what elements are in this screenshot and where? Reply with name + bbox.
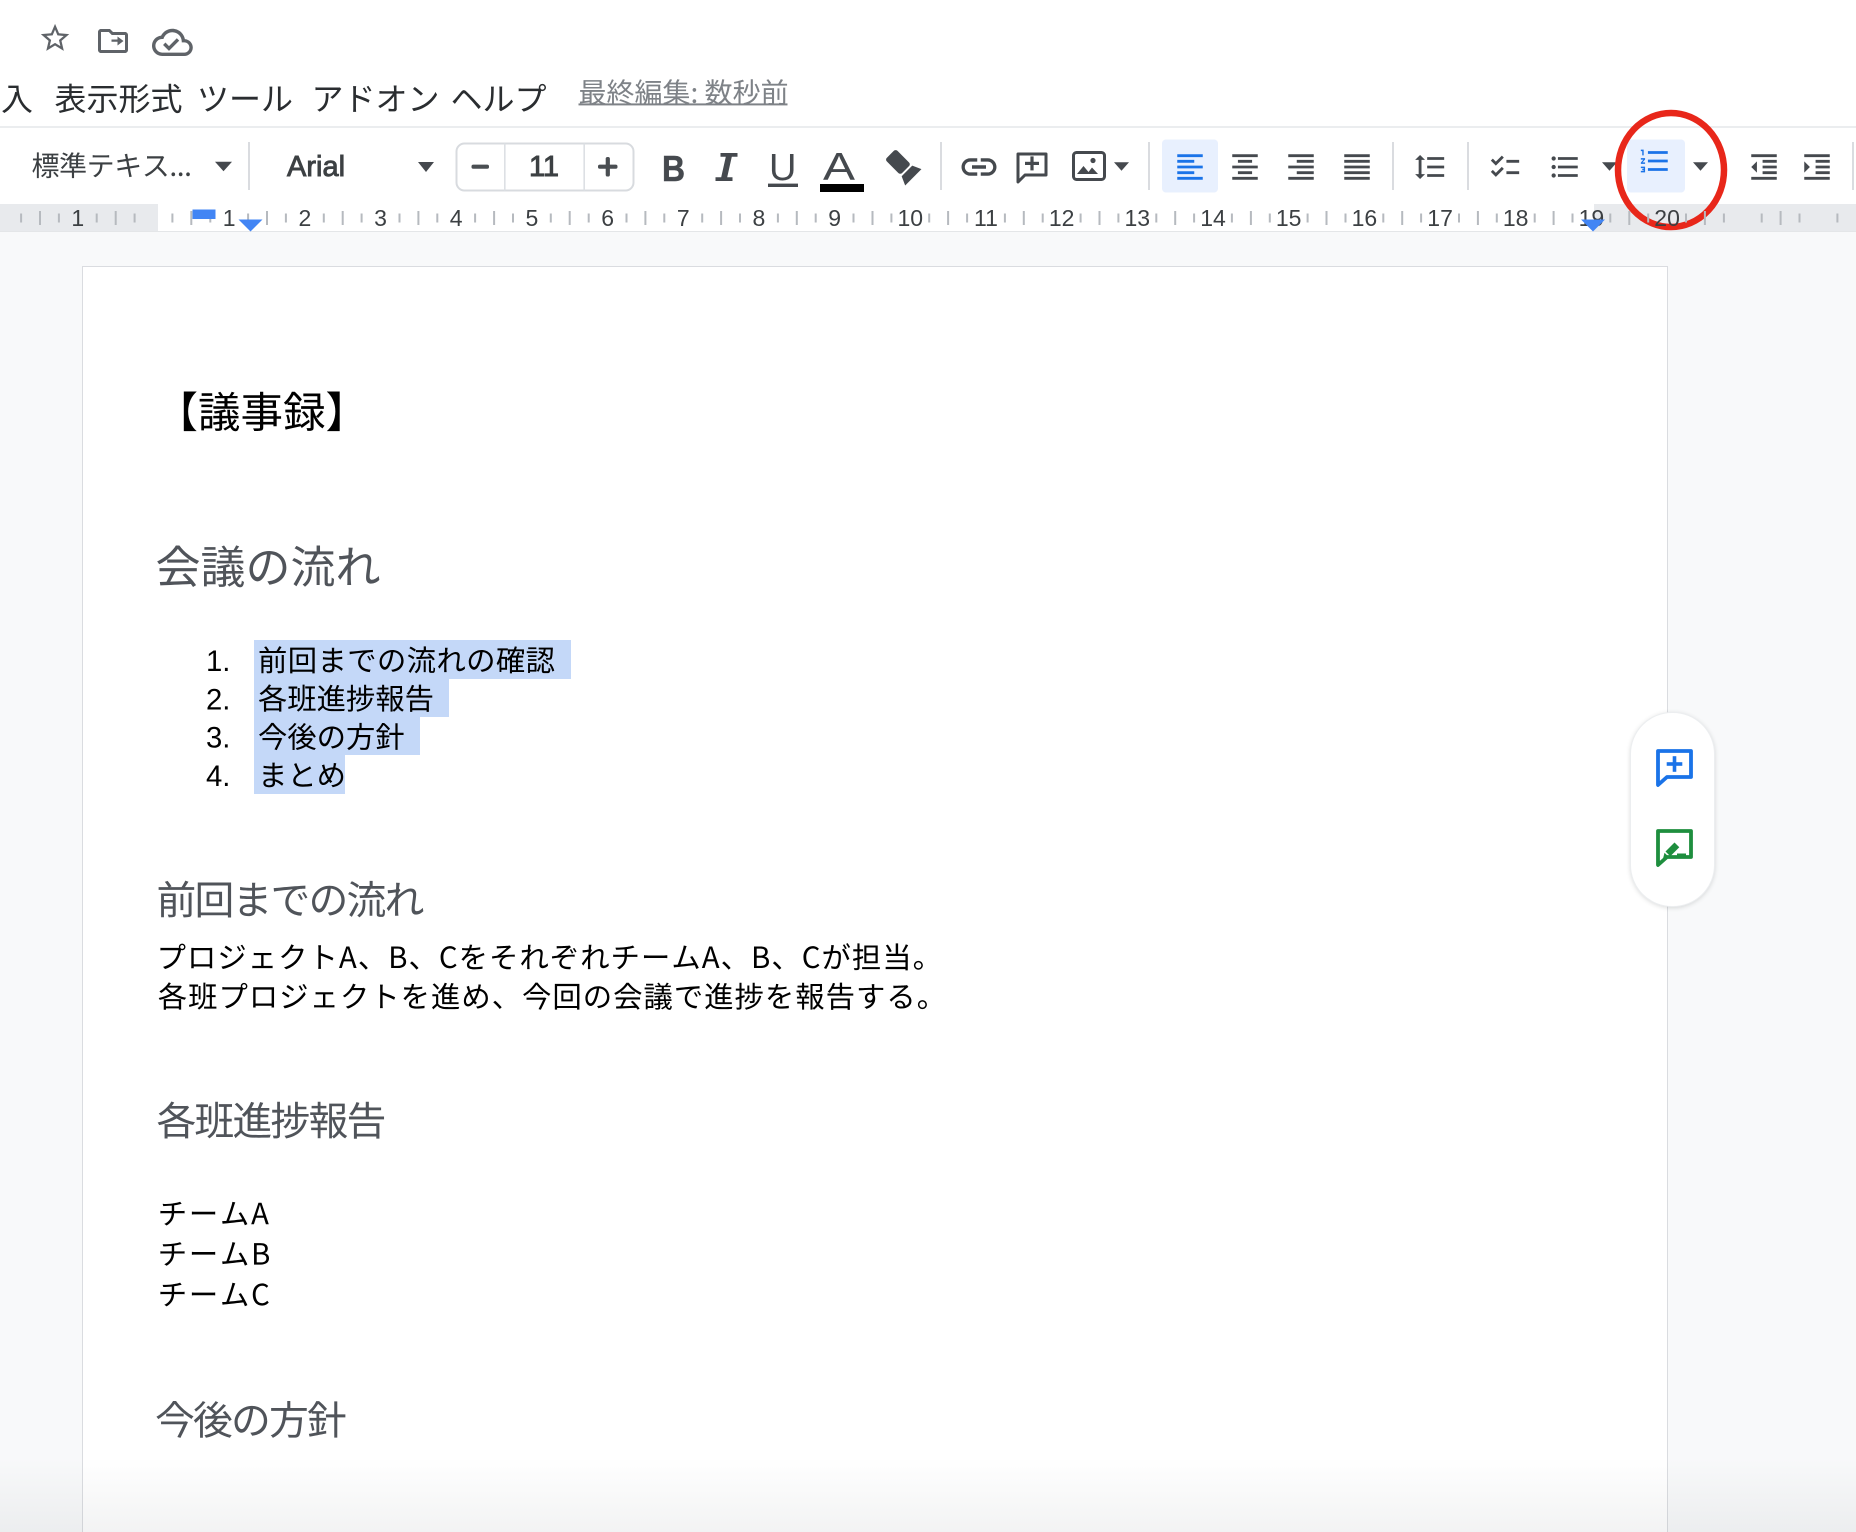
svg-text:A: A <box>823 146 855 189</box>
svg-text:9: 9 <box>828 205 841 231</box>
svg-text:4.: 4. <box>206 760 230 793</box>
svg-text:12: 12 <box>1049 205 1075 231</box>
svg-text:4: 4 <box>450 205 463 231</box>
svg-text:Arial: Arial <box>287 151 345 183</box>
svg-text:14: 14 <box>1200 205 1226 231</box>
svg-text:U: U <box>769 147 796 189</box>
svg-text:7: 7 <box>677 205 690 231</box>
svg-text:10: 10 <box>898 205 924 231</box>
svg-text:1: 1 <box>71 205 84 231</box>
svg-text:B: B <box>662 148 685 189</box>
svg-text:3: 3 <box>374 205 387 231</box>
svg-text:13: 13 <box>1125 205 1151 231</box>
svg-text:2: 2 <box>299 205 312 231</box>
svg-text:2.: 2. <box>206 683 230 716</box>
svg-text:1: 1 <box>223 205 236 231</box>
svg-text:15: 15 <box>1276 205 1302 231</box>
svg-text:11: 11 <box>974 205 998 231</box>
svg-text:6: 6 <box>601 205 614 231</box>
svg-text:18: 18 <box>1503 205 1529 231</box>
svg-text:3.: 3. <box>206 722 230 755</box>
svg-text:17: 17 <box>1427 205 1453 231</box>
svg-text:5: 5 <box>526 205 539 231</box>
svg-text:1.: 1. <box>206 645 230 678</box>
svg-text:8: 8 <box>753 205 766 231</box>
svg-text:11: 11 <box>529 151 559 183</box>
svg-text:20: 20 <box>1654 205 1680 231</box>
svg-text:16: 16 <box>1352 205 1378 231</box>
